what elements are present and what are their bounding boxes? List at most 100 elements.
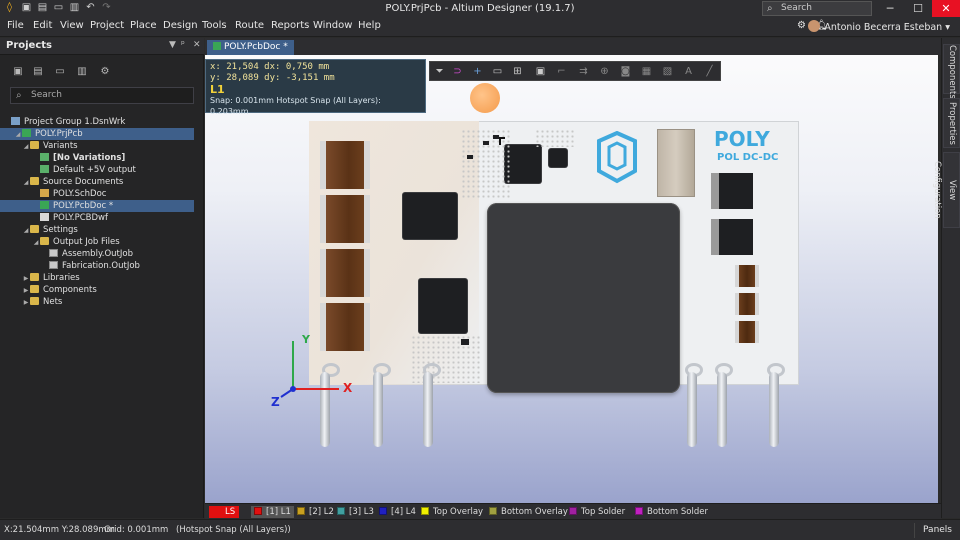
capacitor-c5[interactable] <box>735 265 759 287</box>
user-account-menu[interactable]: Antonio Becerra Esteban ▾ <box>808 20 950 33</box>
text-icon[interactable]: A <box>682 65 695 78</box>
tree-item-project[interactable]: ◢ POLY.PrjPcb <box>0 128 194 140</box>
filter-icon[interactable]: ⏷ <box>433 65 446 78</box>
ic-mosfet-u2[interactable] <box>419 279 467 333</box>
tree-item-pcbdoc[interactable]: POLY.PcbDoc * <box>0 200 194 212</box>
tab-pcbdoc[interactable]: POLY.PcbDoc * <box>207 40 294 55</box>
capacitor-c2[interactable] <box>320 195 370 243</box>
capacitor-c3[interactable] <box>320 249 370 297</box>
menu-help[interactable]: Help <box>358 20 381 31</box>
resistor-r1[interactable] <box>483 141 489 145</box>
menu-design[interactable]: Design <box>163 20 198 31</box>
tree-item-source-documents[interactable]: ◢ Source Documents <box>0 176 194 188</box>
tree-item-fabrication-outjob[interactable]: Fabrication.OutJob <box>0 260 194 272</box>
tree-item-components[interactable]: ▶ Components <box>0 284 194 296</box>
save-project-icon[interactable]: ▣ <box>12 66 24 78</box>
pin-4[interactable] <box>687 372 697 447</box>
maximize-button[interactable]: ☐ <box>904 0 932 17</box>
open-folder-icon[interactable]: ▭ <box>54 66 66 78</box>
via-icon[interactable]: ⊕ <box>598 65 611 78</box>
pcb-3d-viewport[interactable]: POLY POL DC-DC Y X Z x: 21,504 dx: 0,750… <box>205 55 938 503</box>
close-button[interactable]: ✕ <box>932 0 960 17</box>
fill-icon[interactable]: ▧ <box>661 65 674 78</box>
projects-search-input[interactable]: ⌕ Search <box>10 87 194 104</box>
layer-tab-l2[interactable]: [2] L2 <box>297 506 334 518</box>
tree-item-libraries[interactable]: ▶ Libraries <box>0 272 194 284</box>
layer-tab-l4[interactable]: [4] L4 <box>379 506 416 518</box>
resistor-r4[interactable] <box>461 339 469 345</box>
ic-mosfet-u1[interactable] <box>403 193 457 239</box>
menu-file[interactable]: File <box>7 20 24 31</box>
pin-3[interactable] <box>423 372 433 447</box>
menu-edit[interactable]: Edit <box>33 20 52 31</box>
tab-components-panel[interactable]: Components <box>943 44 960 99</box>
menu-reports[interactable]: Reports <box>271 20 309 31</box>
global-search-input[interactable]: ⌕ Search <box>762 1 872 16</box>
tree-item-settings[interactable]: ◢ Settings <box>0 224 194 236</box>
axis-gizmo <box>280 341 339 398</box>
layer-tab-top-overlay[interactable]: Top Overlay <box>421 506 483 518</box>
pad-icon[interactable]: ◙ <box>619 65 632 78</box>
panels-button[interactable]: Panels <box>914 523 960 538</box>
tab-properties-panel[interactable]: Properties <box>943 98 960 148</box>
chevron-right-icon[interactable]: ▶ <box>22 297 30 309</box>
open-project-icon[interactable]: ▥ <box>69 2 80 13</box>
polygon-icon[interactable]: ▦ <box>640 65 653 78</box>
connector-j1[interactable] <box>657 129 695 197</box>
layer-tab-l3[interactable]: [3] L3 <box>337 506 374 518</box>
menu-view[interactable]: View <box>60 20 84 31</box>
component-icon[interactable]: ▣ <box>534 65 547 78</box>
project-folder-icon[interactable]: ▥ <box>76 66 88 78</box>
capacitor-c6[interactable] <box>735 293 759 315</box>
menu-place[interactable]: Place <box>130 20 157 31</box>
panel-pin-icon[interactable]: ᵖ <box>181 40 185 50</box>
power-inductor-l1[interactable] <box>487 203 680 393</box>
diff-pair-icon[interactable]: ⇉ <box>577 65 590 78</box>
save-all-icon[interactable]: ▤ <box>37 2 48 13</box>
capacitor-c7[interactable] <box>735 321 759 343</box>
tree-item-default-variant[interactable]: Default +5V output <box>0 164 194 176</box>
diode-d2[interactable] <box>711 219 753 255</box>
panel-close-icon[interactable]: ✕ <box>193 40 201 50</box>
menu-tools[interactable]: Tools <box>202 20 227 31</box>
new-document-icon[interactable]: ▤ <box>32 66 44 78</box>
tree-item-variants[interactable]: ◢ Variants <box>0 140 194 152</box>
line-icon[interactable]: ╱ <box>703 65 716 78</box>
open-icon[interactable]: ▭ <box>53 2 64 13</box>
pin-2[interactable] <box>373 372 383 447</box>
diode-d1[interactable] <box>711 173 753 209</box>
pin-5[interactable] <box>717 372 727 447</box>
undo-icon[interactable]: ↶ <box>85 2 96 13</box>
layer-tab-bottom-overlay[interactable]: Bottom Overlay <box>489 506 568 518</box>
panel-menu-chevron-down-icon[interactable]: ▼ <box>169 40 176 50</box>
settings-gear-icon[interactable]: ⚙ <box>797 20 806 31</box>
layer-tab-l1[interactable]: [1] L1 <box>251 506 294 518</box>
layer-tab-top-solder[interactable]: Top Solder <box>569 506 625 518</box>
project-settings-gear-icon[interactable]: ⚙ <box>99 66 111 78</box>
align-icon[interactable]: ⊞ <box>511 65 524 78</box>
tree-item-project-group[interactable]: Project Group 1.DsnWrk <box>0 116 194 128</box>
tree-item-schdoc[interactable]: POLY.SchDoc <box>0 188 194 200</box>
tree-item-assembly-outjob[interactable]: Assembly.OutJob <box>0 248 194 260</box>
tree-item-nets[interactable]: ▶ Nets <box>0 296 194 308</box>
tree-item-output-job-files[interactable]: ◢ Output Job Files <box>0 236 194 248</box>
menu-window[interactable]: Window <box>313 20 352 31</box>
tab-view-configuration-panel[interactable]: View Configuration <box>932 152 960 228</box>
capacitor-c1[interactable] <box>320 141 370 189</box>
resistor-r3[interactable] <box>467 155 473 159</box>
layer-set-ls[interactable]: LS <box>209 506 240 518</box>
select-area-icon[interactable]: ▭ <box>491 65 504 78</box>
ic-small-u4[interactable] <box>549 149 567 167</box>
place-icon[interactable]: + <box>471 65 484 78</box>
save-icon[interactable]: ▣ <box>21 2 32 13</box>
pin-6[interactable] <box>769 372 779 447</box>
minimize-button[interactable]: ─ <box>876 0 904 17</box>
interactive-route-icon[interactable]: ⌐ <box>555 65 568 78</box>
tree-item-no-variations[interactable]: [No Variations] <box>0 152 194 164</box>
menu-project[interactable]: Project <box>90 20 124 31</box>
tree-item-pcbdwf[interactable]: POLY.PCBDwf <box>0 212 194 224</box>
redo-icon[interactable]: ↷ <box>101 2 112 13</box>
menu-route[interactable]: Route <box>235 20 264 31</box>
route-icon[interactable]: ⊃ <box>451 65 464 78</box>
layer-tab-bottom-solder[interactable]: Bottom Solder <box>635 506 708 518</box>
